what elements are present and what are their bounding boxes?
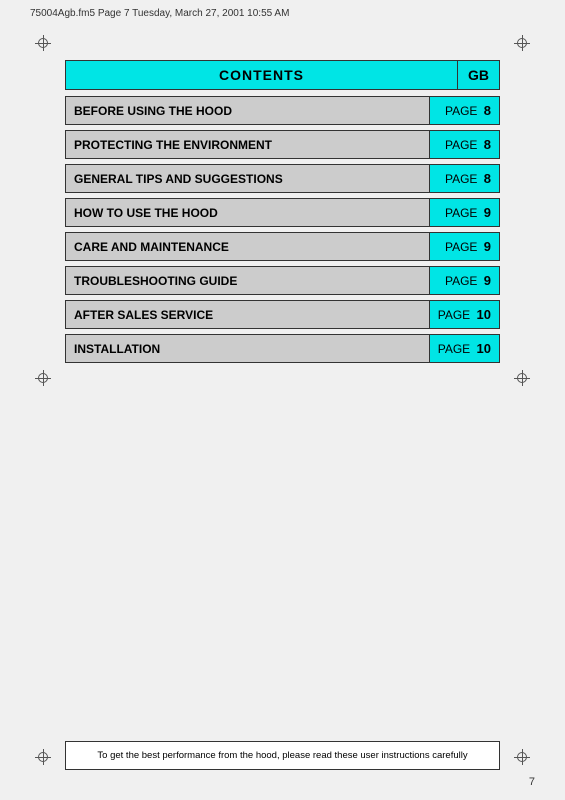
toc-row-7: AFTER SALES SERVICE PAGE 10	[65, 300, 500, 329]
crosshair-top-left	[35, 35, 51, 51]
contents-header: CONTENTS GB	[65, 60, 500, 90]
bottom-note-text: To get the best performance from the hoo…	[97, 750, 467, 761]
toc-label-2: PROTECTING THE ENVIRONMENT	[66, 131, 429, 158]
toc-row-2: PROTECTING THE ENVIRONMENT PAGE 8	[65, 130, 500, 159]
toc-row-4: HOW TO USE THE HOOD PAGE 9	[65, 198, 500, 227]
page-number: 7	[529, 776, 535, 788]
crosshair-bot-left	[35, 749, 51, 765]
toc-row-3: GENERAL TIPS AND SUGGESTIONS PAGE 8	[65, 164, 500, 193]
toc-label-1: BEFORE USING THE HOOD	[66, 97, 429, 124]
toc-label-3: GENERAL TIPS AND SUGGESTIONS	[66, 165, 429, 192]
toc-row-8: INSTALLATION PAGE 10	[65, 334, 500, 363]
toc-label-4: HOW TO USE THE HOOD	[66, 199, 429, 226]
toc-page-1: PAGE 8	[429, 97, 499, 124]
toc-label-8: INSTALLATION	[66, 335, 429, 362]
toc-page-2: PAGE 8	[429, 131, 499, 158]
toc-page-6: PAGE 9	[429, 267, 499, 294]
crosshair-mid-left	[35, 370, 51, 386]
crosshair-bot-right	[514, 749, 530, 765]
toc-label-7: AFTER SALES SERVICE	[66, 301, 429, 328]
toc-label-5: CARE AND MAINTENANCE	[66, 233, 429, 260]
contents-gb: GB	[457, 61, 499, 89]
crosshair-top-right	[514, 35, 530, 51]
file-header: 75004Agb.fm5 Page 7 Tuesday, March 27, 2…	[30, 8, 535, 19]
contents-title: CONTENTS	[66, 61, 457, 89]
file-info: 75004Agb.fm5 Page 7 Tuesday, March 27, 2…	[30, 8, 289, 19]
toc-page-3: PAGE 8	[429, 165, 499, 192]
content-area: CONTENTS GB BEFORE USING THE HOOD PAGE 8…	[65, 60, 500, 720]
toc-page-4: PAGE 9	[429, 199, 499, 226]
toc-row-6: TROUBLESHOOTING GUIDE PAGE 9	[65, 266, 500, 295]
toc-page-5: PAGE 9	[429, 233, 499, 260]
toc-row-1: BEFORE USING THE HOOD PAGE 8	[65, 96, 500, 125]
toc-label-6: TROUBLESHOOTING GUIDE	[66, 267, 429, 294]
crosshair-mid-right	[514, 370, 530, 386]
toc-page-8: PAGE 10	[429, 335, 499, 362]
page: 75004Agb.fm5 Page 7 Tuesday, March 27, 2…	[0, 0, 565, 800]
bottom-note: To get the best performance from the hoo…	[65, 741, 500, 770]
toc-row-5: CARE AND MAINTENANCE PAGE 9	[65, 232, 500, 261]
toc-page-7: PAGE 10	[429, 301, 499, 328]
